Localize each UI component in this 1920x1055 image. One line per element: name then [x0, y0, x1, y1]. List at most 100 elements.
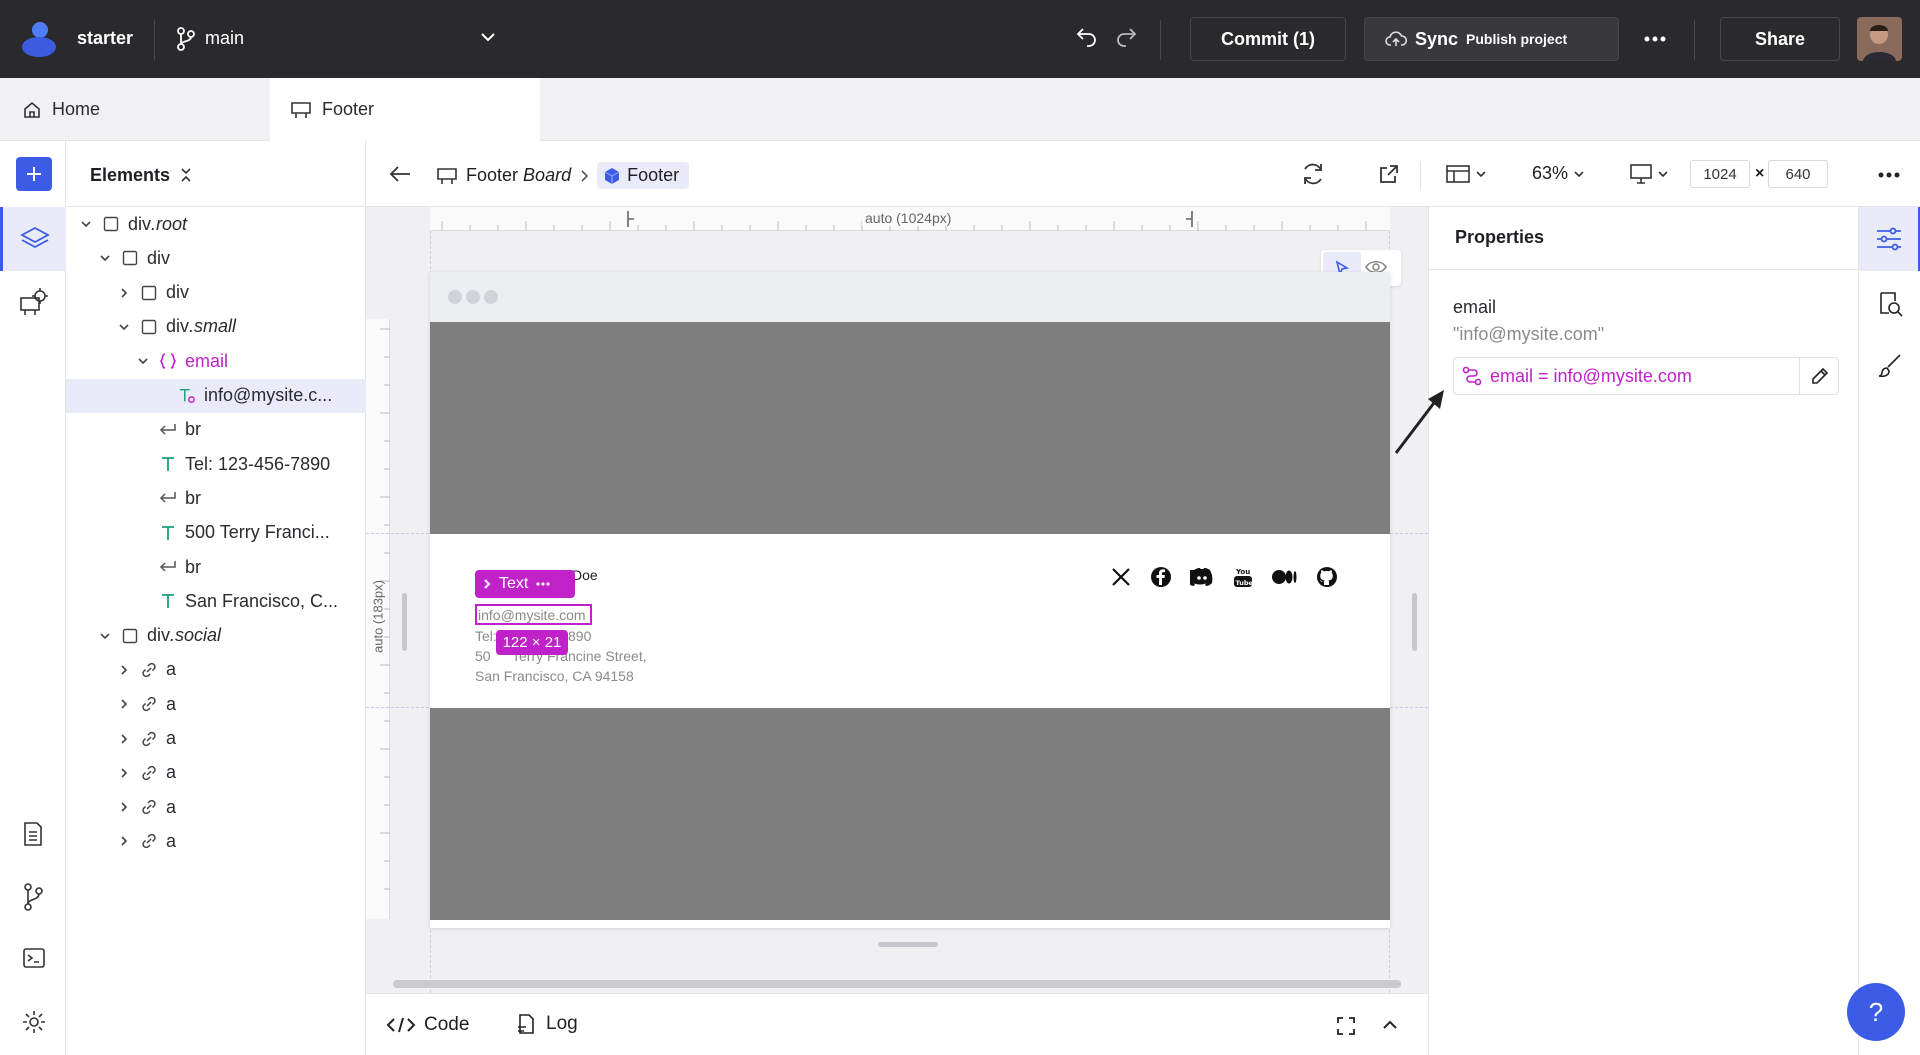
tree-item[interactable]: a	[66, 722, 366, 756]
share-button[interactable]: Share	[1720, 17, 1840, 61]
help-button[interactable]: ?	[1847, 983, 1905, 1041]
canvas[interactable]: auto (1024px) auto (183px) Doe info@mysi…	[366, 207, 1428, 993]
chevron-right-icon[interactable]	[116, 765, 132, 781]
branch-dropdown-chevron-icon[interactable]	[480, 31, 496, 43]
chevron-right-icon[interactable]	[116, 285, 132, 301]
youtube-icon[interactable]: You Tube	[1232, 566, 1254, 588]
tree-item-label: a	[166, 796, 177, 817]
tree-item[interactable]: a	[66, 790, 366, 824]
chevron-right-icon[interactable]	[116, 731, 132, 747]
chevron-right-icon[interactable]	[116, 696, 132, 712]
redo-icon[interactable]	[1112, 26, 1138, 50]
more-icon[interactable]	[1878, 172, 1900, 178]
github-icon[interactable]	[1316, 566, 1338, 588]
commit-button[interactable]: Commit (1)	[1190, 17, 1346, 61]
terminal-icon[interactable]	[22, 947, 46, 969]
selection-badge[interactable]: Text	[475, 570, 575, 598]
tree-item[interactable]: San Francisco, C...	[66, 584, 366, 618]
medium-icon[interactable]	[1272, 566, 1298, 588]
resize-handle-right[interactable]	[1412, 593, 1417, 651]
log-tab[interactable]: Log	[516, 1013, 578, 1035]
footer-component[interactable]: Doe info@mysite.com Tel: 890 50 Terry Fr…	[430, 534, 1390, 707]
discord-icon[interactable]	[1190, 566, 1214, 588]
chevron-right-icon[interactable]	[116, 799, 132, 815]
breadcrumb-board[interactable]: Footer Board	[466, 165, 571, 186]
viewport-width-input[interactable]	[1690, 160, 1750, 188]
refresh-icon[interactable]	[1300, 161, 1326, 187]
tree-item[interactable]: Tel: 123-456-7890	[66, 447, 366, 481]
chevron-right-icon[interactable]	[116, 662, 132, 678]
app-logo-icon[interactable]	[20, 20, 58, 58]
sync-publish-button[interactable]: Sync Publish project	[1364, 17, 1619, 61]
inspect-icon[interactable]	[1877, 291, 1903, 317]
edit-pencil-icon[interactable]	[1810, 366, 1830, 386]
pages-icon[interactable]	[22, 821, 44, 847]
x-icon[interactable]	[1110, 566, 1132, 588]
resize-handle-bottom[interactable]	[878, 942, 938, 947]
selected-element-outline[interactable]: info@mysite.com	[475, 604, 592, 625]
branch-name[interactable]: main	[205, 28, 244, 49]
tree-item[interactable]: br	[66, 413, 366, 447]
tree-item[interactable]: a	[66, 687, 366, 721]
tree-item[interactable]: email	[66, 344, 366, 378]
open-external-icon[interactable]	[1378, 163, 1400, 185]
tree-item[interactable]: div .social	[66, 619, 366, 653]
tab-footer-label: Footer	[322, 99, 375, 119]
avatar[interactable]	[1857, 17, 1902, 61]
collapse-toggle-icon[interactable]	[180, 167, 192, 183]
more-icon[interactable]	[1644, 36, 1666, 42]
code-icon	[386, 1016, 416, 1034]
tree-item[interactable]: a	[66, 824, 366, 858]
binding-field[interactable]: email = info@mysite.com	[1453, 357, 1839, 395]
breadcrumb-component[interactable]: Footer	[597, 162, 690, 189]
layout-dropdown[interactable]	[1446, 165, 1486, 183]
tree-item[interactable]: br	[66, 550, 366, 584]
more-icon[interactable]	[536, 582, 550, 586]
chevron-down-icon[interactable]	[97, 250, 113, 266]
tab-home[interactable]: Home	[22, 78, 100, 141]
right-rail	[1858, 207, 1920, 1055]
tree-item[interactable]: info@mysite.c...	[66, 378, 366, 413]
tab-footer[interactable]: Footer	[270, 78, 540, 141]
device-dropdown[interactable]	[1630, 164, 1668, 184]
tree-item[interactable]: div	[66, 276, 366, 310]
chevron-right-icon[interactable]	[116, 833, 132, 849]
chevron-down-icon[interactable]	[78, 216, 94, 232]
project-name[interactable]: starter	[77, 28, 133, 49]
divider	[1420, 161, 1421, 189]
tree-item[interactable]: a	[66, 756, 366, 790]
viewport-height-input[interactable]	[1768, 160, 1828, 188]
chevron-down-icon[interactable]	[97, 628, 113, 644]
horizontal-scrollbar[interactable]	[393, 980, 1401, 988]
chevron-right-icon	[484, 579, 491, 589]
facebook-icon[interactable]	[1150, 566, 1172, 588]
components-settings-icon[interactable]	[18, 286, 50, 318]
tree-item[interactable]: div	[66, 241, 366, 275]
ruler-left-label: auto (183px)	[370, 580, 386, 653]
tree-item[interactable]: 500 Terry Franci...	[66, 516, 366, 550]
zoom-dropdown[interactable]: 63%	[1532, 163, 1584, 184]
git-branch-icon[interactable]	[22, 883, 44, 911]
chevron-down-icon	[1476, 170, 1486, 178]
resize-handle-left[interactable]	[402, 593, 407, 651]
settings-gear-icon[interactable]	[21, 1009, 47, 1035]
chevron-up-icon[interactable]	[1382, 1019, 1398, 1031]
add-element-button[interactable]	[16, 157, 52, 191]
tree-item[interactable]: div .small	[66, 310, 366, 344]
code-tab[interactable]: Code	[386, 1014, 469, 1036]
fullscreen-icon[interactable]	[1336, 1016, 1356, 1036]
chevron-down-icon[interactable]	[135, 353, 151, 369]
back-arrow-icon[interactable]	[388, 164, 412, 184]
tree-item[interactable]: br	[66, 481, 366, 515]
sliders-icon[interactable]	[1859, 207, 1920, 271]
tree-item[interactable]: a	[66, 653, 366, 687]
breadcrumb: Footer Board Footer	[436, 162, 690, 189]
chevron-down-icon[interactable]	[116, 319, 132, 335]
undo-icon[interactable]	[1075, 26, 1101, 50]
tree-item[interactable]: div .root	[66, 207, 366, 241]
brush-icon[interactable]	[1877, 353, 1903, 379]
layers-icon[interactable]	[0, 207, 66, 271]
